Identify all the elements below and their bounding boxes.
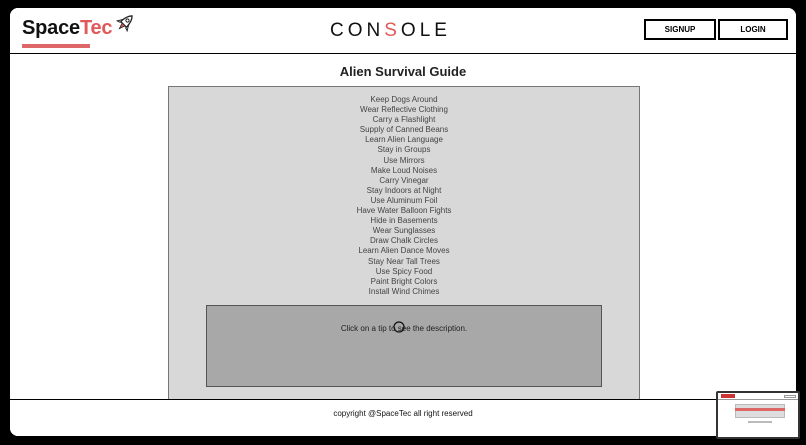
browser-window: SpaceTec CONSOLE SIGNUP LOGIN Alien Surv…: [8, 6, 798, 438]
tip-item[interactable]: Draw Chalk Circles: [169, 236, 639, 246]
tip-item[interactable]: Carry a Flashlight: [169, 115, 639, 125]
tip-item[interactable]: Wear Reflective Clothing: [169, 105, 639, 115]
rocket-icon: [114, 12, 136, 39]
tip-item[interactable]: Make Loud Noises: [169, 166, 639, 176]
page-title: Alien Survival Guide: [339, 64, 467, 79]
login-button[interactable]: LOGIN: [718, 19, 788, 40]
tip-item[interactable]: Supply of Canned Beans: [169, 125, 639, 135]
logo-underline: [22, 44, 90, 48]
tip-item[interactable]: Install Wind Chimes: [169, 287, 639, 297]
tip-item[interactable]: Stay Near Tall Trees: [169, 257, 639, 267]
console-title: CONSOLE: [330, 20, 451, 41]
tip-item[interactable]: Paint Bright Colors: [169, 277, 639, 287]
window-thumbnail[interactable]: [716, 391, 800, 439]
copyright-text: copyright @SpaceTec all right reserved: [333, 409, 473, 418]
tip-item[interactable]: Use Spicy Food: [169, 267, 639, 277]
description-box: Click on a tip to see the description.: [206, 305, 602, 387]
tip-item[interactable]: Wear Sunglasses: [169, 226, 639, 236]
guide-panel: Keep Dogs Around Wear Reflective Clothing…: [168, 86, 640, 401]
tips-list: Keep Dogs Around Wear Reflective Clothing…: [169, 95, 639, 297]
site-footer: copyright @SpaceTec all right reserved: [10, 399, 796, 436]
site-header: SpaceTec CONSOLE SIGNUP LOGIN: [10, 8, 796, 54]
tip-item[interactable]: Use Mirrors: [169, 156, 639, 166]
logo-text: SpaceTec: [22, 17, 113, 39]
tip-item[interactable]: Have Water Balloon Fights: [169, 206, 639, 216]
tip-item[interactable]: Stay Indoors at Night: [169, 186, 639, 196]
site-logo[interactable]: SpaceTec: [22, 15, 136, 48]
tip-item[interactable]: Use Aluminum Foil: [169, 196, 639, 206]
tip-item[interactable]: Carry Vinegar: [169, 176, 639, 186]
tip-item[interactable]: Keep Dogs Around: [169, 95, 639, 105]
tip-item[interactable]: Stay in Groups: [169, 145, 639, 155]
tip-item[interactable]: Learn Alien Language: [169, 135, 639, 145]
tip-item[interactable]: Learn Alien Dance Moves: [169, 246, 639, 256]
signup-button[interactable]: SIGNUP: [644, 19, 716, 40]
cursor-circle-icon: [393, 320, 405, 333]
tip-item[interactable]: Hide in Basements: [169, 216, 639, 226]
